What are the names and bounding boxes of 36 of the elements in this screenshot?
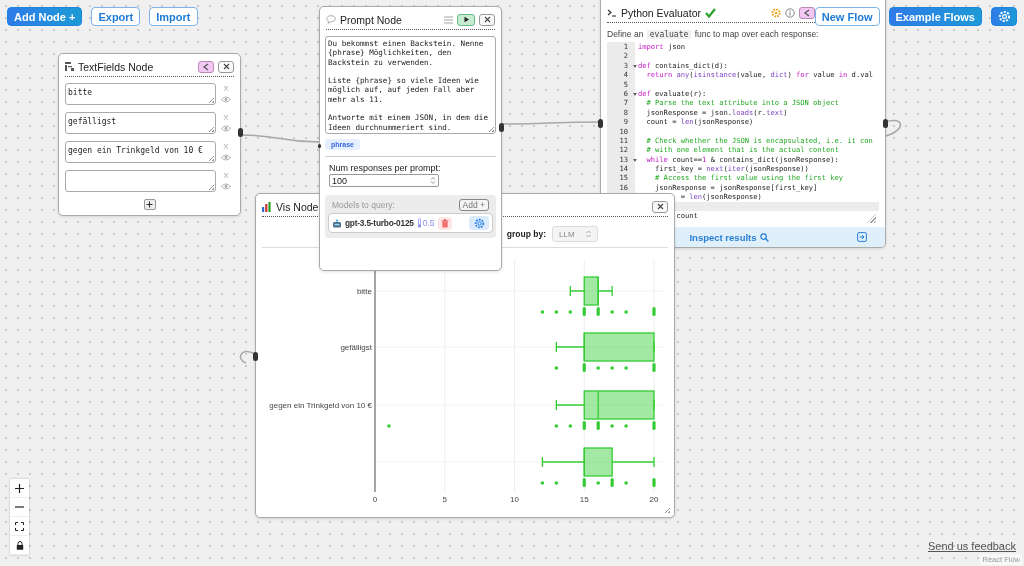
toolbar-button[interactable]: Export <box>91 7 141 26</box>
description-text: Define an evaluate func to map over each response: <box>607 29 820 39</box>
remove-button[interactable]: X <box>223 84 229 93</box>
model-item[interactable]: gpt-3.5-turbo-0125 0.5 <box>328 213 493 233</box>
tick-label: 15 <box>579 495 589 504</box>
category-label: bitte <box>356 287 372 296</box>
tick-label: 0 <box>372 495 378 504</box>
node-title: TextFields Node <box>78 60 154 73</box>
text-field[interactable]: gegen ein Trinkgeld von 10 € <box>65 141 216 163</box>
text-field[interactable]: gefälligst <box>65 112 216 134</box>
toolbar-button[interactable]: New Flow <box>814 7 880 26</box>
toolbar-button[interactable]: Import <box>149 7 198 26</box>
group-by-select[interactable]: LLM <box>552 226 598 242</box>
group-by-label: group by: <box>506 229 546 239</box>
feedback-link[interactable]: Send us feedback <box>927 540 1016 552</box>
category-label: gefälligst <box>340 343 372 352</box>
node-title: Prompt Node <box>340 13 402 26</box>
text-field[interactable]: bitte <box>65 83 216 105</box>
remove-button[interactable]: X <box>223 113 229 122</box>
tick-label: 10 <box>510 495 519 504</box>
add-model-button[interactable]: Add + <box>458 199 489 211</box>
node-title: Vis Node <box>276 200 319 213</box>
category-label: gegen ein Trinkgeld von 10 € <box>269 401 372 410</box>
temperature-value: 0.5 <box>422 218 435 228</box>
remove-button[interactable]: X <box>223 142 229 151</box>
models-label: Models to query: <box>332 200 395 210</box>
inspect-results-button[interactable]: Inspect results <box>689 231 769 243</box>
toolbar-button[interactable]: Add Node + <box>7 7 83 26</box>
remove-button[interactable]: X <box>223 171 229 180</box>
num-responses-field[interactable]: 100 <box>329 174 439 187</box>
toolbar-button[interactable]: Example Flows <box>888 7 982 26</box>
node-title: Python Evaluator <box>621 6 701 19</box>
model-name: gpt-3.5-turbo-0125 <box>345 218 414 228</box>
tick-label: 5 <box>442 495 447 504</box>
tick-label: 20 <box>649 495 659 504</box>
num-responses-label: Num responses per prompt: <box>329 163 442 173</box>
